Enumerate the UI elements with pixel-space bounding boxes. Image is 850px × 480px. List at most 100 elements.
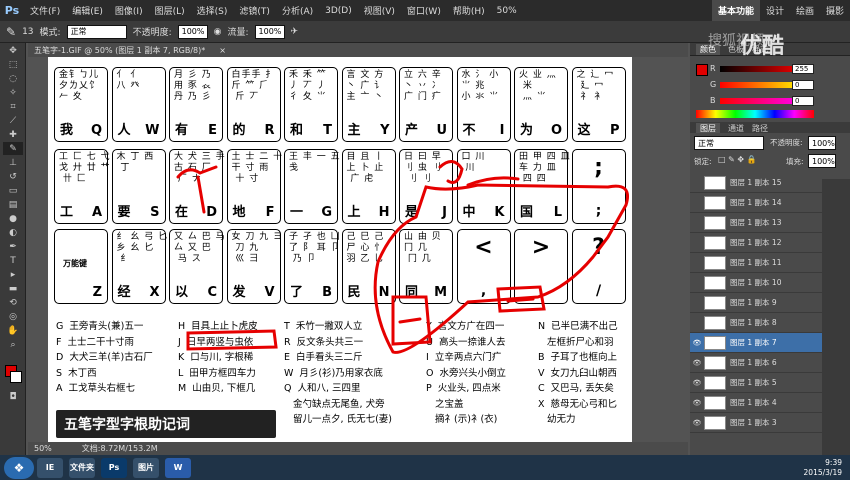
menu-3d[interactable]: 3D(D) bbox=[319, 6, 358, 16]
tab-layers[interactable]: 图层 bbox=[696, 122, 720, 134]
stamp-tool-icon[interactable]: ⊥ bbox=[3, 156, 23, 169]
lasso-tool-icon[interactable]: ◌ bbox=[3, 72, 23, 85]
layer-row[interactable]: 👁 图层 1 副本 4 bbox=[690, 393, 822, 413]
tab-channels[interactable]: 通道 bbox=[728, 123, 744, 134]
taskbar-picture-icon[interactable]: 图片 bbox=[133, 457, 159, 478]
color-spectrum[interactable] bbox=[696, 110, 814, 118]
blur-tool-icon[interactable]: ● bbox=[3, 212, 23, 225]
opacity-field[interactable]: 100% bbox=[177, 24, 208, 39]
menu-analysis[interactable]: 分析(A) bbox=[276, 4, 319, 17]
dodge-tool-icon[interactable]: ◐ bbox=[3, 226, 23, 239]
layer-row[interactable]: 👁 图层 1 副本 7 bbox=[690, 333, 822, 353]
pressure-opacity-icon[interactable]: ◉ bbox=[214, 27, 222, 37]
system-clock[interactable]: 9:39 2015/3/19 bbox=[804, 458, 850, 478]
layer-row[interactable]: 👁 图层 1 副本 3 bbox=[690, 413, 822, 433]
path-select-tool-icon[interactable]: ▸ bbox=[3, 268, 23, 281]
type-tool-icon[interactable]: T bbox=[3, 254, 23, 267]
visibility-eye-icon[interactable]: 👁 bbox=[690, 359, 704, 367]
g-value[interactable]: 0 bbox=[792, 80, 814, 90]
layer-row[interactable]: 图层 1 副本 8 bbox=[690, 313, 822, 333]
eraser-tool-icon[interactable]: ▭ bbox=[3, 184, 23, 197]
healing-tool-icon[interactable]: ✚ bbox=[3, 128, 23, 141]
menu-layer[interactable]: 图层(L) bbox=[149, 4, 191, 17]
fill-field[interactable]: 100% bbox=[808, 154, 836, 168]
flow-field[interactable]: 100% bbox=[254, 24, 285, 39]
visibility-eye-icon[interactable]: 👁 bbox=[690, 339, 704, 347]
layer-row[interactable]: 图层 1 副本 14 bbox=[690, 193, 822, 213]
marquee-tool-icon[interactable]: ⬚ bbox=[3, 58, 23, 71]
taskbar-ie-icon[interactable]: IE bbox=[37, 457, 63, 478]
b-value[interactable]: 0 bbox=[792, 96, 814, 106]
taskbar-photoshop-icon[interactable]: Ps bbox=[101, 457, 127, 478]
crop-tool-icon[interactable]: ⌗ bbox=[3, 100, 23, 113]
history-brush-icon[interactable]: ↺ bbox=[3, 170, 23, 183]
visibility-eye-icon[interactable]: 👁 bbox=[690, 399, 704, 407]
menu-window[interactable]: 窗口(W) bbox=[401, 4, 447, 17]
layer-opacity-field[interactable]: 100% bbox=[808, 136, 836, 150]
close-tab-icon[interactable]: × bbox=[219, 46, 226, 55]
document-canvas[interactable]: 金钅ㄅ儿 夕ㄌ乂饣 𠂉 夊我Q亻 亻 八 癶人W月 彡 乃 用 豕 𧘇 丹 乃 … bbox=[48, 57, 632, 442]
menu-file[interactable]: 文件(F) bbox=[24, 4, 66, 17]
menu-help[interactable]: 帮助(H) bbox=[447, 4, 491, 17]
annotation-stroke-2 bbox=[438, 160, 464, 184]
menu-filter[interactable]: 滤镜(T) bbox=[233, 4, 276, 17]
status-bar: 50% 文档:8.72M/153.2M bbox=[28, 442, 688, 455]
mode-select[interactable]: 正常 bbox=[66, 24, 127, 39]
eyedropper-tool-icon[interactable]: ⟋ bbox=[3, 114, 23, 127]
airbrush-icon[interactable]: ✈ bbox=[291, 27, 299, 37]
3d-rotate-tool-icon[interactable]: ⟲ bbox=[3, 296, 23, 309]
move-tool-icon[interactable]: ✥ bbox=[3, 44, 23, 57]
3d-orbit-tool-icon[interactable]: ◎ bbox=[3, 310, 23, 323]
lock-icons[interactable]: □ ✎ ✥ 🔒 bbox=[718, 155, 757, 164]
layer-name: 图层 1 副本 10 bbox=[730, 278, 782, 287]
zoom-tool-icon[interactable]: ⌕ bbox=[3, 338, 23, 351]
layer-row[interactable]: 图层 1 副本 10 bbox=[690, 273, 822, 293]
hand-tool-icon[interactable]: ✋ bbox=[3, 324, 23, 337]
brush-tool-icon[interactable]: ✎ bbox=[3, 142, 23, 155]
annotation-stroke-3 bbox=[373, 183, 629, 354]
visibility-eye-icon[interactable]: 👁 bbox=[690, 379, 704, 387]
panel-fg-swatch[interactable] bbox=[696, 64, 708, 76]
layer-row[interactable]: 图层 1 副本 13 bbox=[690, 213, 822, 233]
status-zoom[interactable]: 50% bbox=[34, 444, 52, 453]
layer-row[interactable]: 👁 图层 1 副本 5 bbox=[690, 373, 822, 393]
workspace-photography[interactable]: 摄影 bbox=[820, 0, 850, 21]
layer-row[interactable]: 👁 图层 1 副本 6 bbox=[690, 353, 822, 373]
workspace-essentials[interactable]: 基本功能 bbox=[711, 0, 760, 21]
g-label: G bbox=[710, 80, 717, 89]
layer-row[interactable]: 图层 1 副本 15 bbox=[690, 173, 822, 193]
taskbar-folder-icon[interactable]: 文件夹 bbox=[69, 457, 95, 478]
menu-image[interactable]: 图像(I) bbox=[109, 4, 149, 17]
blend-mode-select[interactable]: 正常 bbox=[694, 136, 764, 150]
visibility-eye-icon[interactable]: 👁 bbox=[690, 419, 704, 427]
layer-name: 图层 1 副本 15 bbox=[730, 178, 782, 187]
background-color-swatch[interactable] bbox=[10, 371, 22, 383]
menu-select[interactable]: 选择(S) bbox=[191, 4, 234, 17]
menu-edit[interactable]: 编辑(E) bbox=[66, 4, 109, 17]
layers-panel: 正常 不透明度: 100% 锁定: □ ✎ ✥ 🔒 填充: 100% 图层 1 … bbox=[690, 133, 850, 455]
layer-row[interactable]: 图层 1 副本 12 bbox=[690, 233, 822, 253]
brush-size[interactable]: 13 bbox=[22, 27, 33, 37]
taskbar-word-icon[interactable]: W bbox=[165, 457, 191, 478]
document-tab[interactable]: 五笔字-1.GIF @ 50% (图层 1 副本 7, RGB/8)* × bbox=[28, 43, 688, 57]
layer-row[interactable]: 图层 1 副本 11 bbox=[690, 253, 822, 273]
tab-paths[interactable]: 路径 bbox=[752, 123, 768, 134]
workspace-painting[interactable]: 绘画 bbox=[790, 0, 820, 21]
gradient-tool-icon[interactable]: ▤ bbox=[3, 198, 23, 211]
start-button-icon[interactable]: ❖ bbox=[4, 456, 34, 479]
annotation-stroke-5 bbox=[398, 317, 422, 324]
quick-mask-icon[interactable]: ◘ bbox=[3, 390, 23, 403]
layer-thumbnail bbox=[704, 215, 726, 230]
zoom-level-menu[interactable]: 50% bbox=[491, 6, 523, 16]
pen-tool-icon[interactable]: ✒ bbox=[3, 240, 23, 253]
layer-name: 图层 1 副本 4 bbox=[730, 398, 777, 407]
layer-thumbnail bbox=[704, 235, 726, 250]
windows-taskbar: ❖ IE 文件夹 Ps 图片 W 9:39 2015/3/19 bbox=[0, 455, 850, 480]
quick-select-tool-icon[interactable]: ✧ bbox=[3, 86, 23, 99]
workspace-design[interactable]: 设计 bbox=[760, 0, 790, 21]
brush-preset-icon[interactable]: ✎ bbox=[6, 25, 16, 39]
r-value[interactable]: 255 bbox=[792, 64, 814, 74]
shape-tool-icon[interactable]: ▬ bbox=[3, 282, 23, 295]
menu-view[interactable]: 视图(V) bbox=[358, 4, 401, 17]
layer-row[interactable]: 图层 1 副本 9 bbox=[690, 293, 822, 313]
